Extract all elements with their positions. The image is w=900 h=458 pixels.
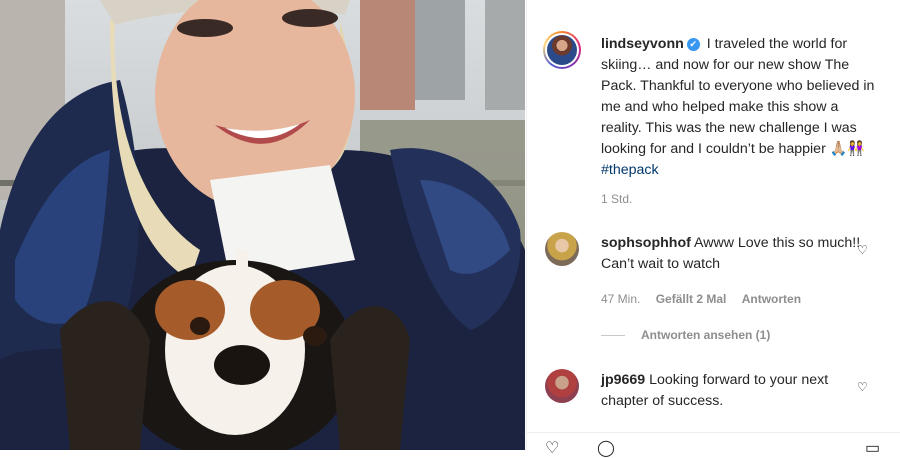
post-photo — [0, 0, 525, 450]
comment-meta: 47 Min. Gefällt 2 Mal Antworten — [601, 292, 813, 306]
comment-username[interactable]: jp9669 — [601, 372, 645, 388]
post-photo-illustration — [0, 0, 525, 450]
comment-item: jp9669 Looking forward to your next chap… — [601, 370, 861, 412]
caption-text: I traveled the world for skiing… and now… — [601, 36, 875, 157]
view-replies-button[interactable]: Antworten ansehen (1) — [601, 328, 770, 342]
comment-item: sophsophhof Awww Love this so much!! Can… — [601, 233, 861, 275]
author-username[interactable]: lindseyvonn — [601, 36, 684, 52]
bookmark-icon[interactable]: ▭ — [865, 438, 880, 458]
verified-badge-icon: ✔ — [686, 38, 700, 51]
heart-icon[interactable]: ♡ — [857, 381, 869, 393]
post-caption: lindseyvonn ✔ I traveled the world for sk… — [601, 34, 881, 181]
comment-username[interactable]: sophsophhof — [601, 235, 691, 251]
like-icon[interactable]: ♡ — [545, 438, 559, 458]
comments-panel: lindseyvonn ✔ I traveled the world for sk… — [526, 0, 900, 457]
hashtag-link[interactable]: #thepack — [601, 162, 659, 178]
comment-likes[interactable]: Gefällt 2 Mal — [656, 292, 727, 306]
replies-divider — [601, 335, 625, 337]
comment-icon[interactable]: ◯ — [597, 438, 615, 458]
author-avatar[interactable] — [543, 31, 581, 69]
heart-icon[interactable]: ♡ — [857, 244, 869, 256]
view-replies-label: Antworten ansehen (1) — [641, 328, 771, 342]
commenter-avatar[interactable] — [545, 232, 579, 266]
commenter-avatar[interactable] — [545, 369, 579, 403]
comment-reply-button[interactable]: Antworten — [742, 292, 801, 306]
comment-time: 47 Min. — [601, 292, 641, 306]
post-time: 1 Std. — [601, 192, 633, 206]
actions-divider — [527, 432, 900, 433]
